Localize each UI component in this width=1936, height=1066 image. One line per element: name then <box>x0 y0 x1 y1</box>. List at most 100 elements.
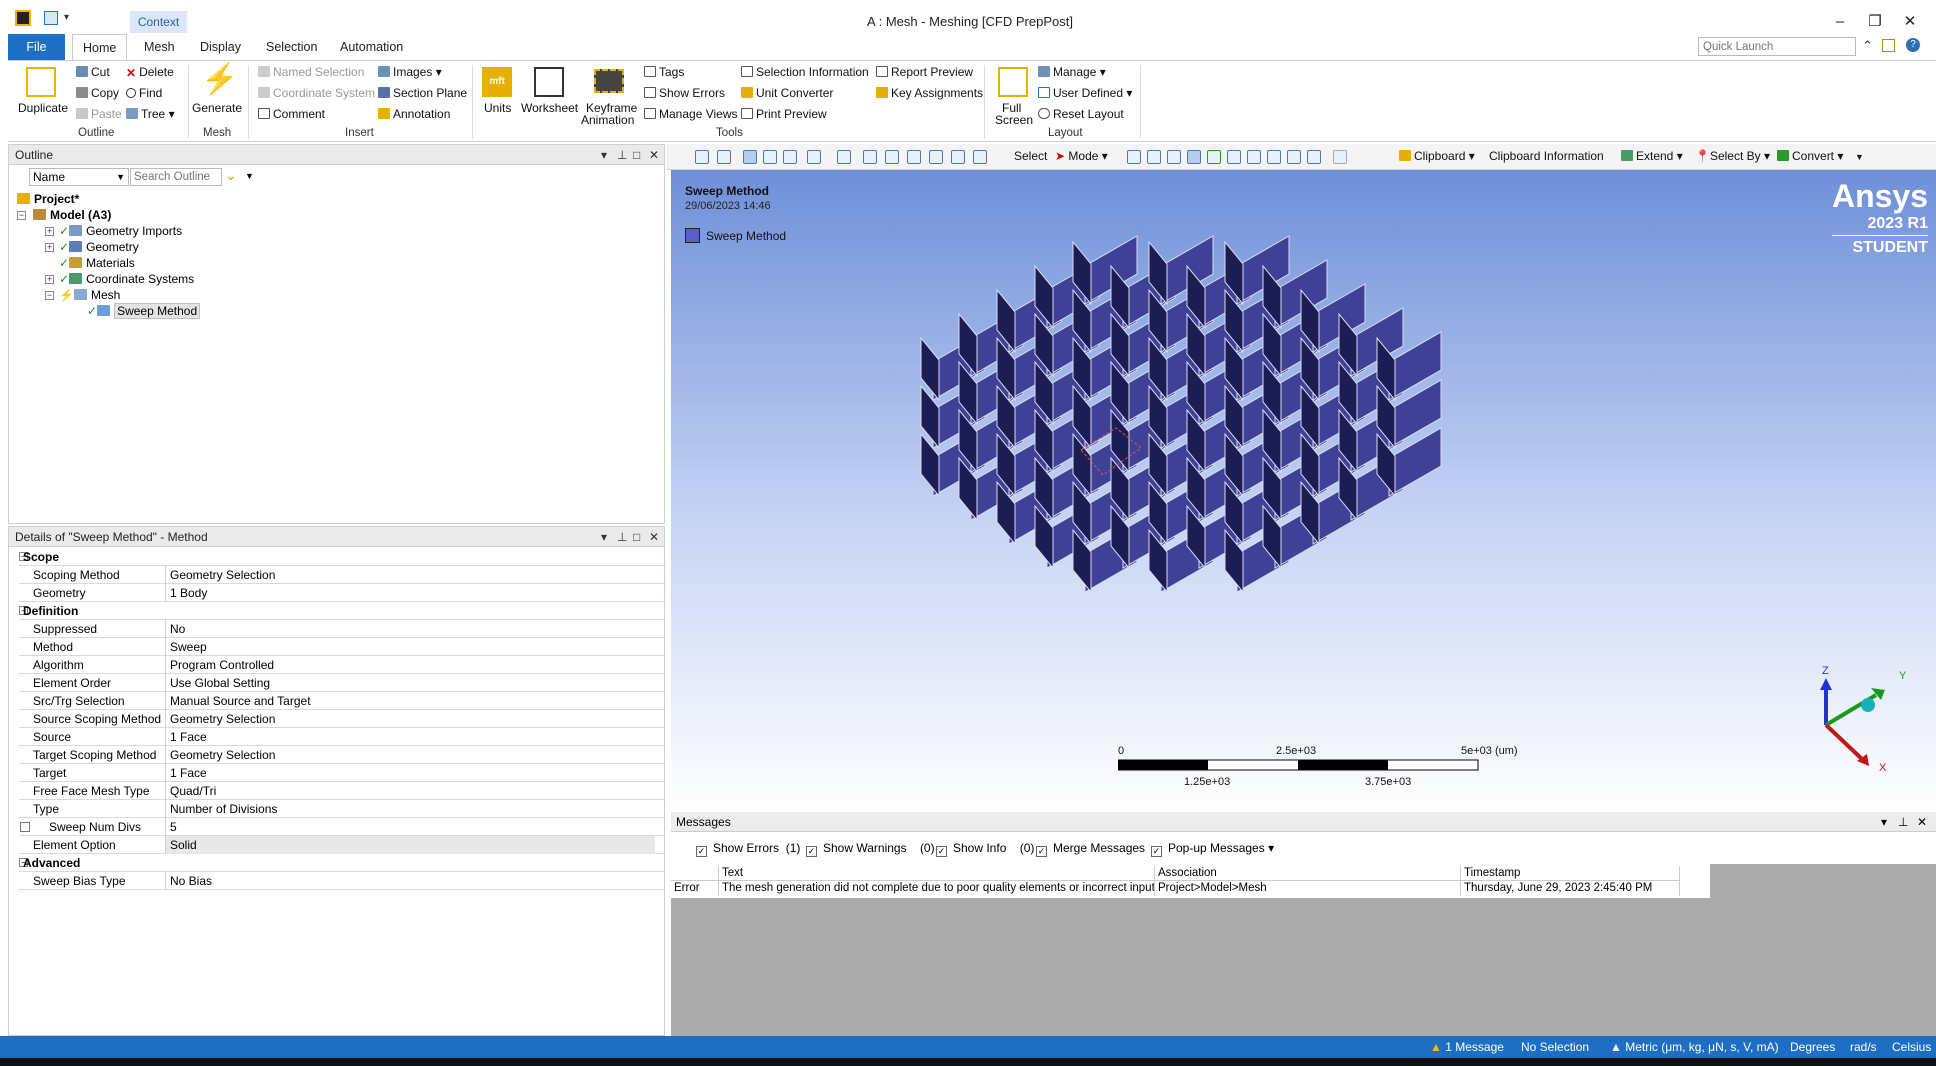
details-row[interactable]: Free Face Mesh Type Quad/Tri <box>19 782 664 800</box>
popup-messages-toggle[interactable]: ✓ Pop-up Messages ▾ <box>1151 841 1274 857</box>
tree-button[interactable]: Tree ▾ <box>126 107 175 121</box>
details-value[interactable]: Program Controlled <box>165 656 655 674</box>
key-assignments-button[interactable]: Key Assignments <box>876 86 983 100</box>
select-by-dropdown[interactable]: 📍Select By ▾ <box>1695 149 1770 163</box>
section-plane-button[interactable]: Section Plane <box>378 86 467 100</box>
select-vertex-icon[interactable] <box>1127 150 1141 164</box>
tree-item-materials[interactable]: ✓ Materials <box>59 255 135 271</box>
close-icon[interactable]: ✕ <box>649 527 659 547</box>
expand-coordinate-systems-toggle[interactable]: + <box>45 275 54 284</box>
select-all-icon[interactable] <box>1307 150 1321 164</box>
select-body-icon[interactable] <box>1187 150 1201 164</box>
details-row[interactable]: Target Scoping Method Geometry Selection <box>19 746 664 764</box>
details-category[interactable]: − Scope <box>19 548 664 566</box>
rotate-icon[interactable] <box>837 150 851 164</box>
message-association[interactable]: Project>Model>Mesh <box>1155 881 1461 896</box>
panel-menu-icon[interactable]: ▾ <box>601 527 607 547</box>
find-button[interactable]: Find <box>126 86 162 100</box>
status-units[interactable]: ▲ Metric (μm, kg, μN, s, V, mA) <box>1610 1040 1779 1054</box>
details-row[interactable]: Geometry 1 Body <box>19 584 664 602</box>
zoom-previous-icon[interactable] <box>973 150 987 164</box>
select-element-face-icon[interactable] <box>1247 150 1261 164</box>
tab-automation[interactable]: Automation <box>330 34 413 60</box>
more-options-icon[interactable]: ▼ <box>245 171 254 181</box>
tab-home[interactable]: Home <box>72 34 128 60</box>
expand-geometry-toggle[interactable]: + <box>45 243 54 252</box>
worksheet-button[interactable]: Worksheet <box>521 101 578 115</box>
parameter-checkbox[interactable] <box>20 822 30 832</box>
details-value[interactable]: 1 Face <box>165 764 655 782</box>
show-warnings-toggle[interactable]: ✓ Show Warnings (0) <box>806 841 935 857</box>
details-value[interactable]: No Bias <box>165 872 655 890</box>
tree-item-project[interactable]: Project* <box>17 191 79 207</box>
search-outline-input[interactable] <box>130 168 222 186</box>
reset-layout-button[interactable]: Reset Layout <box>1038 107 1124 121</box>
report-preview-button[interactable]: Report Preview <box>876 65 973 79</box>
details-value[interactable]: 1 Face <box>165 728 655 746</box>
select-node-icon[interactable] <box>1227 150 1241 164</box>
collapse-mesh-toggle[interactable]: − <box>45 291 54 300</box>
save-icon[interactable] <box>44 11 58 25</box>
pin-icon[interactable]: ⊥ <box>617 145 627 165</box>
convert-dropdown[interactable]: Convert ▾ <box>1777 149 1843 163</box>
details-value[interactable]: No <box>165 620 655 638</box>
select-element-icon[interactable] <box>1207 150 1221 164</box>
show-info-toggle[interactable]: ✓ Show Info (0) <box>936 841 1034 857</box>
cross-section-icon[interactable] <box>807 150 821 164</box>
coordinate-system-button[interactable]: Coordinate System <box>258 86 375 100</box>
view-edges-icon[interactable] <box>783 150 797 164</box>
details-row[interactable]: Element Option Solid <box>19 836 664 854</box>
annotation-button[interactable]: Annotation <box>378 107 450 121</box>
tree-item-geometry-imports[interactable]: ✓ Geometry Imports <box>59 223 182 239</box>
details-row[interactable]: Algorithm Program Controlled <box>19 656 664 674</box>
cut-button[interactable]: Cut <box>76 65 110 79</box>
details-row[interactable]: Type Number of Divisions <box>19 800 664 818</box>
restore-button[interactable]: ❐ <box>1861 12 1889 32</box>
details-value[interactable]: Number of Divisions <box>165 800 655 818</box>
show-errors-button[interactable]: Show Errors <box>644 86 725 100</box>
chart-icon[interactable] <box>1333 150 1347 164</box>
close-icon[interactable]: ✕ <box>649 145 659 165</box>
column-header-timestamp[interactable]: Timestamp <box>1461 866 1680 881</box>
honeycomb-geometry[interactable] <box>671 170 1936 812</box>
column-header-association[interactable]: Association <box>1155 866 1461 881</box>
select-mesh-icon[interactable] <box>1267 150 1281 164</box>
details-category[interactable]: − Definition <box>19 602 664 620</box>
details-row[interactable]: Sweep Num Divs 5 <box>19 818 664 836</box>
minimize-button[interactable]: – <box>1826 12 1854 32</box>
tab-selection[interactable]: Selection <box>256 34 327 60</box>
tree-item-model[interactable]: Model (A3) <box>33 207 111 223</box>
tab-file[interactable]: File <box>8 34 65 60</box>
tree-item-coordinate-systems[interactable]: ✓ Coordinate Systems <box>59 271 194 287</box>
axis-triad[interactable] <box>1801 660 1911 770</box>
close-icon[interactable]: ✕ <box>1917 812 1927 832</box>
magnifier-icon[interactable] <box>951 150 965 164</box>
show-errors-toggle[interactable]: ✓ Show Errors (1) <box>696 841 800 857</box>
name-dropdown[interactable]: Name ▼ <box>29 168 129 186</box>
details-value[interactable]: Use Global Setting <box>165 674 655 692</box>
details-row[interactable]: Source 1 Face <box>19 728 664 746</box>
details-row[interactable]: Scoping Method Geometry Selection <box>19 566 664 584</box>
details-row[interactable]: Src/Trg Selection Manual Source and Targe… <box>19 692 664 710</box>
clipboard-information-button[interactable]: Clipboard Information <box>1489 149 1604 163</box>
animation-button[interactable]: Animation <box>581 113 634 127</box>
pin-icon[interactable]: ⊥ <box>617 527 627 547</box>
view-shaded-icon[interactable] <box>743 150 757 164</box>
details-row[interactable]: Element Order Use Global Setting <box>19 674 664 692</box>
details-value[interactable]: Geometry Selection <box>165 566 655 584</box>
view-wireframe-icon[interactable] <box>763 150 777 164</box>
details-value[interactable]: Manual Source and Target <box>165 692 655 710</box>
details-value[interactable]: Geometry Selection <box>165 746 655 764</box>
collapse-ribbon-icon[interactable]: ⌃ <box>1862 38 1873 54</box>
message-text[interactable]: The mesh generation did not complete due… <box>719 881 1155 896</box>
selection-information-button[interactable]: Selection Information <box>741 65 869 79</box>
manage-button[interactable]: Manage ▾ <box>1038 65 1106 79</box>
details-value[interactable]: Quad/Tri <box>165 782 655 800</box>
clipboard-dropdown[interactable]: Clipboard ▾ <box>1399 149 1475 163</box>
zoom-in-icon[interactable] <box>695 150 709 164</box>
copy-button[interactable]: Copy <box>76 86 119 100</box>
panel-menu-icon[interactable]: ▾ <box>1881 812 1887 832</box>
duplicate-button[interactable]: Duplicate <box>18 101 68 115</box>
print-preview-button[interactable]: Print Preview <box>741 107 827 121</box>
details-value[interactable]: Sweep <box>165 638 655 656</box>
